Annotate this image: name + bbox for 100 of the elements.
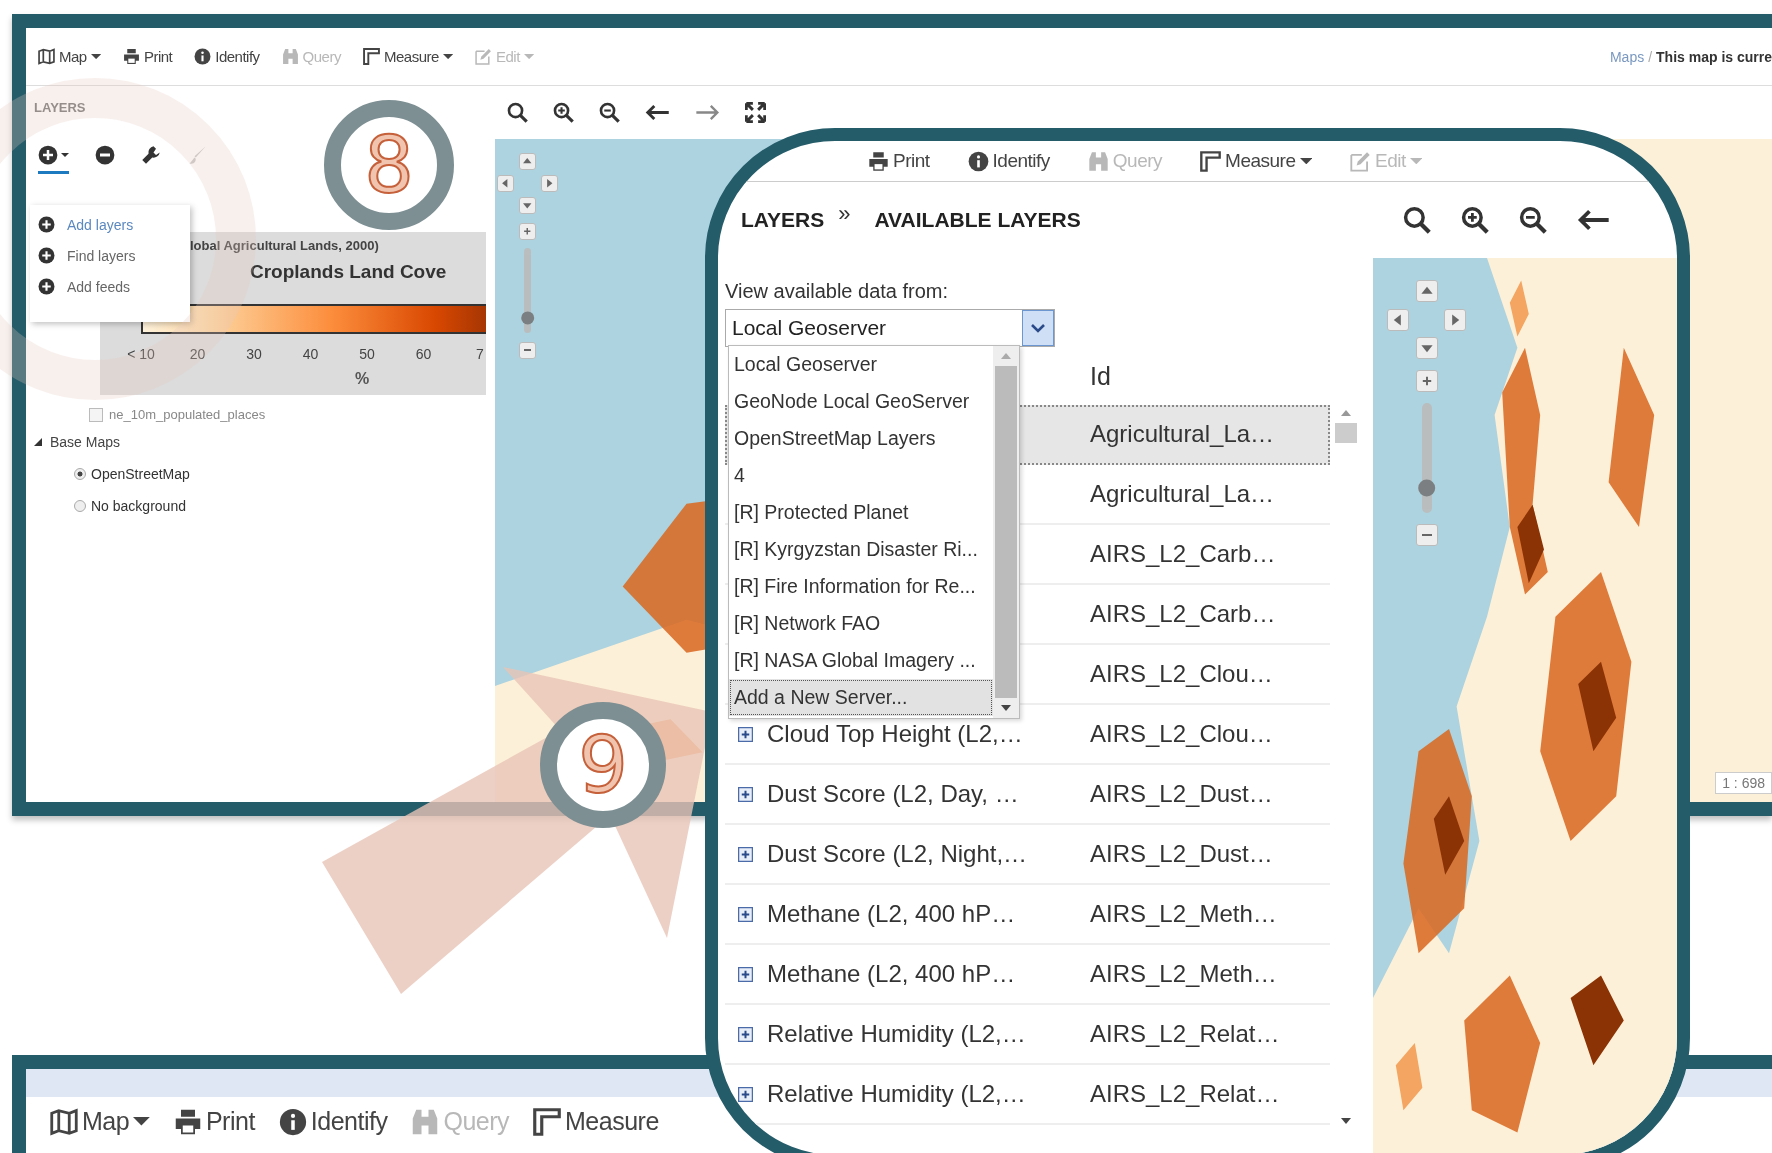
legend-subtitle: lobal Agricultural Lands, 2000) [190, 238, 380, 253]
add-tool-button[interactable] [38, 145, 69, 174]
menu-item[interactable]: Add feeds [30, 271, 190, 302]
plus-icon [522, 225, 533, 237]
toolbar-button[interactable]: Print [122, 48, 173, 65]
toolbar-button[interactable]: Identify [194, 48, 260, 65]
pan-up-button[interactable] [1415, 280, 1438, 302]
pan-left-button[interactable] [497, 175, 514, 193]
column-header[interactable]: Id [1090, 361, 1111, 391]
dropdown-option[interactable]: Add a New Server... [729, 679, 993, 716]
info-icon [194, 48, 212, 65]
wrench-icon [141, 145, 161, 165]
map-icon [50, 1107, 78, 1136]
radio-button[interactable] [74, 499, 86, 512]
zoom-in-icon[interactable] [1461, 206, 1489, 234]
legend-unit: % [355, 370, 370, 388]
table-row[interactable]: Methane (L2, 400 hP… AIRS_L2_Meth… [725, 945, 1330, 1005]
pan-right-button[interactable] [1444, 308, 1467, 331]
menu-item[interactable]: Find layers [30, 240, 190, 271]
table-cell: AIRS_L2_Carb… [1090, 540, 1276, 568]
plus-circle-icon [38, 216, 55, 233]
dropdown-button[interactable] [1022, 310, 1054, 346]
expand-icon[interactable] [738, 906, 753, 922]
scroll-up-icon[interactable] [1340, 409, 1352, 417]
legend-tick: 60 [415, 346, 432, 362]
toolbar-button[interactable]: Identify [967, 150, 1050, 172]
toolbar-button[interactable]: Map [38, 48, 101, 65]
ruler-icon [1200, 150, 1222, 172]
zoom-slider[interactable] [1421, 403, 1432, 514]
radio-option[interactable]: No background [74, 497, 186, 514]
tree-group[interactable]: Base Maps [34, 433, 121, 450]
breadcrumb-link[interactable]: LAYERS [741, 208, 825, 232]
pan-left-button[interactable] [1387, 308, 1409, 331]
table-cell: Methane (L2, 400 hP… [767, 900, 1016, 928]
search-icon[interactable] [1403, 206, 1431, 234]
binoculars-icon [281, 48, 299, 65]
toolbar-button[interactable]: Measure [362, 48, 453, 65]
table-cell: AIRS_L2_Meth… [1090, 960, 1277, 988]
zoom-out-button[interactable] [1415, 524, 1438, 547]
menu-item[interactable]: Add layers [30, 209, 190, 240]
scrollbar[interactable] [1332, 409, 1360, 1125]
legend-tick: 50 [359, 346, 375, 362]
zoom-in-icon[interactable] [553, 102, 574, 123]
expand-icon[interactable] [738, 726, 753, 742]
dropdown-option[interactable]: [R] NASA Global Imagery ... [729, 642, 993, 679]
pan-up-button[interactable] [519, 153, 537, 170]
caret-icon [61, 153, 69, 157]
layer-item[interactable]: ne_10m_populated_places [89, 407, 266, 422]
expand-icon[interactable] [738, 1026, 753, 1042]
toolbar-button[interactable]: Measure [533, 1107, 659, 1136]
plus-circle-icon [38, 145, 58, 165]
pan-right-button[interactable] [541, 175, 559, 193]
zoom-slider[interactable] [523, 248, 532, 334]
pan-down-button[interactable] [519, 197, 537, 215]
back-arrow-icon[interactable] [645, 102, 671, 123]
radio-option[interactable]: OpenStreetMap [74, 465, 190, 482]
table-cell: AIRS_L2_Dust… [1090, 780, 1273, 808]
dropdown-option[interactable]: Local Geoserver [729, 346, 993, 383]
scroll-down-icon[interactable] [1340, 1117, 1352, 1125]
scrollbar-thumb[interactable] [1335, 423, 1357, 443]
scroll-down-icon[interactable] [1000, 704, 1012, 712]
table-row[interactable]: Methane (L2, 400 hP… AIRS_L2_Meth… [725, 885, 1330, 945]
toolbar-button[interactable]: Print [173, 1107, 255, 1136]
zoom-in-button[interactable] [1415, 370, 1438, 393]
expand-icon[interactable] [738, 1086, 753, 1102]
table-row[interactable]: Dust Score (L2, Night,… AIRS_L2_Dust… [725, 825, 1330, 885]
info-icon [967, 150, 989, 172]
minus-circle-icon [95, 145, 115, 165]
chevron-down-icon [1030, 323, 1046, 333]
scrollbar[interactable] [993, 346, 1019, 718]
triangle-right-icon [544, 178, 555, 189]
expand-icon[interactable] [738, 786, 753, 802]
table-row[interactable]: Relative Humidity (L2,… AIRS_L2_Relat… [725, 1005, 1330, 1065]
table-cell: Agricultural_La… [1090, 420, 1275, 448]
table-row[interactable]: Relative Humidity (L2,… AIRS_L2_Relat… [725, 1065, 1330, 1125]
dropdown-option[interactable]: OpenStreetMap Layers [729, 420, 993, 457]
expander-icon [34, 437, 42, 446]
dropdown-option[interactable]: [R] Kyrgyzstan Disaster Ri... [729, 531, 993, 568]
checkbox[interactable] [89, 407, 103, 422]
toolbar-button[interactable]: Map [50, 1107, 150, 1136]
radio-button[interactable] [74, 467, 86, 480]
table-cell: AIRS_L2_Carb… [1090, 600, 1276, 628]
binoculars-icon [411, 1107, 440, 1136]
zoom-out-icon[interactable] [1519, 206, 1547, 234]
toolbar-button[interactable]: Identify [278, 1107, 388, 1136]
scrollbar-thumb[interactable] [995, 366, 1017, 698]
table-row[interactable]: Dust Score (L2, Day, … AIRS_L2_Dust… [725, 765, 1330, 825]
toolbar-button[interactable]: Measure [1200, 150, 1313, 172]
expand-icon[interactable] [738, 846, 753, 862]
full-extent-icon[interactable] [745, 102, 767, 123]
toolbar-button[interactable]: Print [868, 150, 930, 172]
zoom-out-icon[interactable] [599, 102, 620, 123]
table-cell: AIRS_L2_Relat… [1090, 1020, 1280, 1048]
dropdown-option[interactable]: [R] Network FAO [729, 605, 993, 642]
expand-icon[interactable] [738, 966, 753, 982]
search-icon[interactable] [507, 102, 528, 123]
map-icon [38, 48, 55, 65]
info-icon [278, 1107, 307, 1136]
pan-down-button[interactable] [1415, 337, 1438, 360]
forward-arrow-icon[interactable] [695, 102, 721, 123]
